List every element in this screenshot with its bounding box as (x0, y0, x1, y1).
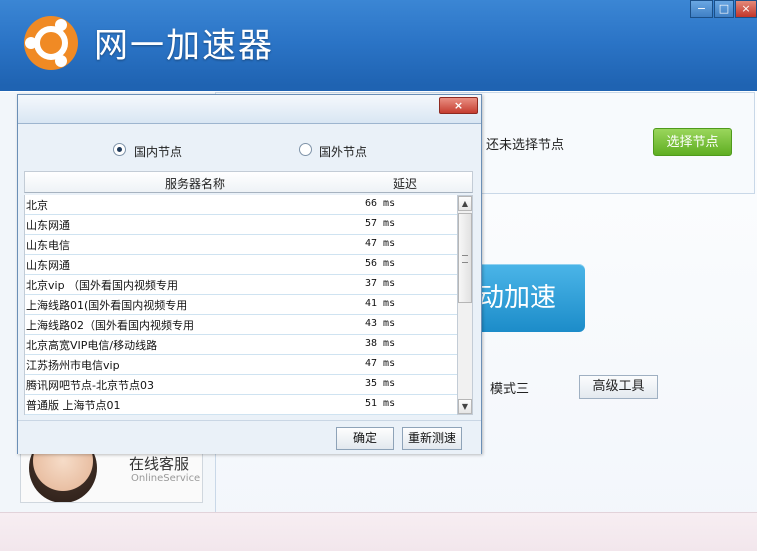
server-name-cell: 上海线路02（国外看国内视频专用 (26, 319, 194, 332)
node-status-text: 还未选择节点 (486, 138, 565, 153)
table-row[interactable]: 山东网通 56 ms (25, 255, 458, 275)
server-name-cell: 北京高宽VIP电信/移动线路 (26, 339, 158, 352)
delay-cell: 47 ms (365, 238, 396, 249)
table-row[interactable]: 北京高宽VIP电信/移动线路 38 ms (25, 335, 458, 355)
scroll-down-icon[interactable]: ▼ (458, 399, 472, 414)
server-name-cell: 山东网通 (26, 259, 70, 272)
scrollbar-thumb[interactable] (458, 213, 472, 303)
server-list: 北京 66 ms 山东网通 57 ms 山东电信 47 ms 山东网通 56 ms 北京vip … (24, 195, 458, 415)
server-name-cell: 北京 (26, 199, 48, 212)
dialog-close-button[interactable]: × (439, 97, 478, 114)
radio-selected-dot (117, 147, 122, 152)
server-list-scrollbar[interactable]: ▲ ▼ (457, 195, 473, 415)
table-row[interactable]: 江苏扬州市电信vip 47 ms (25, 355, 458, 375)
domestic-node-label[interactable]: 国内节点 (134, 143, 182, 160)
scroll-up-icon[interactable]: ▲ (458, 196, 472, 211)
scroll-grip-icon (462, 255, 468, 263)
select-node-button[interactable]: 选择节点 (653, 128, 732, 156)
delay-cell: 37 ms (365, 278, 396, 289)
close-button[interactable]: × (735, 0, 757, 18)
node-select-dialog: × 国内节点 国外节点 服务器名称 延迟 北京 66 ms 山东网通 57 ms 山东电… (17, 94, 482, 454)
start-acceleration-button[interactable]: 动加速 (470, 264, 585, 332)
domestic-node-radio[interactable] (113, 143, 126, 156)
delay-cell: 66 ms (365, 198, 396, 209)
server-name-cell: 山东网通 (26, 219, 70, 232)
delay-cell: 56 ms (365, 258, 396, 269)
confirm-button[interactable]: 确定 (336, 427, 394, 450)
table-row[interactable]: 北京 66 ms (25, 195, 458, 215)
column-server-name[interactable]: 服务器名称 (165, 175, 225, 192)
delay-cell: 57 ms (365, 218, 396, 229)
minimize-button[interactable]: − (690, 0, 713, 18)
maximize-button[interactable]: □ (714, 0, 734, 18)
table-row[interactable]: 山东电信 47 ms (25, 235, 458, 255)
table-row[interactable]: 上海线路02（国外看国内视频专用 43 ms (25, 315, 458, 335)
table-row[interactable]: 山东网通 57 ms (25, 215, 458, 235)
app-title: 网一加速器 (94, 26, 274, 66)
table-row[interactable]: 普通版 上海节点01 51 ms (25, 395, 458, 415)
table-row[interactable]: 北京vip （国外看国内视频专用 37 ms (25, 275, 458, 295)
table-row[interactable]: 上海线路01(国外看国内视频专用 41 ms (25, 295, 458, 315)
server-name-cell: 北京vip （国外看国内视频专用 (26, 279, 179, 292)
online-service-sublabel: OnlineService (131, 473, 201, 484)
server-name-cell: 腾讯网吧节点-北京节点03 (26, 379, 154, 392)
dialog-title-bar: × (18, 95, 481, 124)
online-service-label: 在线客服 (129, 455, 190, 473)
advanced-tools-button[interactable]: 高级工具 (579, 375, 658, 399)
server-name-cell: 江苏扬州市电信vip (26, 359, 120, 372)
ubuntu-logo-icon (24, 16, 78, 70)
delay-cell: 38 ms (365, 338, 396, 349)
delay-cell: 43 ms (365, 318, 396, 329)
table-row[interactable]: 腾讯网吧节点-北京节点03 35 ms (25, 375, 458, 395)
retest-button[interactable]: 重新测速 (402, 427, 462, 450)
bottom-strip (0, 512, 757, 551)
server-name-cell: 普通版 上海节点01 (26, 399, 121, 412)
title-divider (0, 85, 757, 91)
server-table-header: 服务器名称 延迟 (24, 171, 473, 193)
delay-cell: 35 ms (365, 378, 396, 389)
foreign-node-label[interactable]: 国外节点 (319, 143, 367, 160)
server-name-cell: 上海线路01(国外看国内视频专用 (26, 299, 188, 312)
dialog-footer: 确定 重新测速 (18, 420, 481, 454)
delay-cell: 41 ms (365, 298, 396, 309)
delay-cell: 47 ms (365, 358, 396, 369)
column-delay[interactable]: 延迟 (393, 175, 417, 192)
mode-three-label[interactable]: 模式三 (490, 378, 529, 397)
foreign-node-radio[interactable] (299, 143, 312, 156)
server-name-cell: 山东电信 (26, 239, 70, 252)
title-bar: 网一加速器 − □ × (0, 0, 757, 85)
delay-cell: 51 ms (365, 398, 396, 409)
